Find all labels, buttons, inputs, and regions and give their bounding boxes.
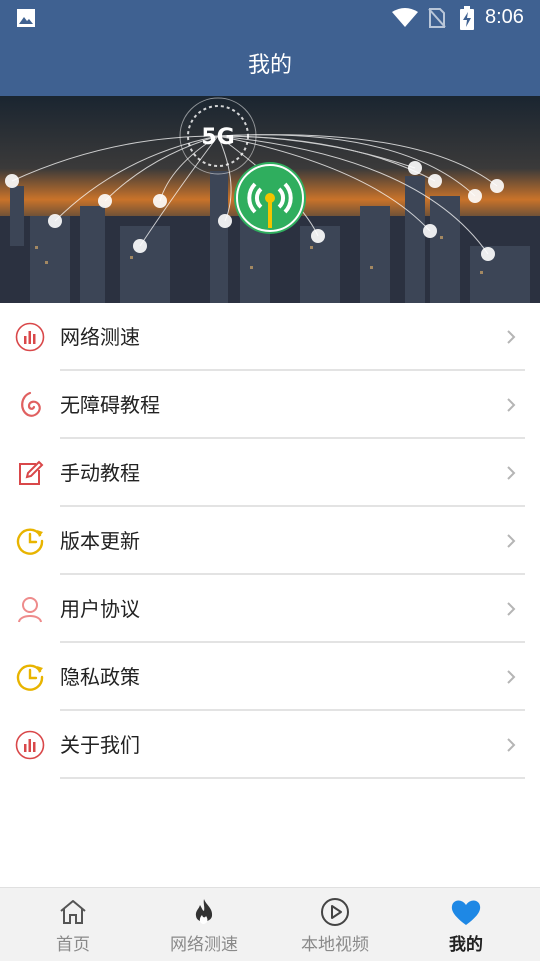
bar-chart-icon [15,730,45,760]
tab-label: 网络测速 [170,935,238,955]
swirl-icon [21,391,41,417]
wifi-icon [392,8,418,27]
no-sim-icon [428,8,446,28]
battery-charging-icon [460,6,474,30]
menu-item-label: 隐私政策 [60,665,140,689]
menu-item-label: 版本更新 [60,529,140,553]
tab-label: 我的 [449,935,483,955]
chevron-right-icon [507,602,516,616]
menu-item-user-agreement[interactable]: 用户协议 [0,575,540,643]
menu-item-network-speed[interactable]: 网络测速 [0,303,540,371]
menu-item-about-us[interactable]: 关于我们 [0,711,540,779]
bottom-tab-bar: 首页 网络测速 本地视频 我的 [0,887,540,961]
chevron-right-icon [507,330,516,344]
tab-network-speed[interactable]: 网络测速 [144,888,264,961]
play-circle-icon [321,898,349,926]
flame-icon [195,899,213,924]
chevron-right-icon [507,466,516,480]
menu-item-version-update[interactable]: 版本更新 [0,507,540,575]
signal-tower-logo [234,162,306,234]
menu-item-manual-tutorial[interactable]: 手动教程 [0,439,540,507]
user-icon [18,597,42,623]
menu-item-label: 手动教程 [60,461,140,485]
menu-item-label: 关于我们 [60,733,140,757]
chevron-right-icon [507,670,516,684]
home-icon [60,900,86,924]
tab-home[interactable]: 首页 [13,888,133,961]
hero-5g-badge: 5G [201,125,234,150]
status-bar: 8:06 [0,0,540,36]
chevron-right-icon [507,398,516,412]
menu-item-label: 网络测速 [60,325,140,349]
tab-mine[interactable]: 我的 [406,888,526,961]
edit-icon [19,460,44,485]
bar-chart-icon [15,322,45,352]
tab-label: 本地视频 [301,935,369,955]
chevron-right-icon [507,738,516,752]
page-title: 我的 [0,36,540,96]
settings-menu: 网络测速 无障碍教程 手动教程 版本更新 用户协议 隐私政策 关于我们 [0,303,540,779]
clock-refresh-icon [16,528,44,555]
tab-local-video[interactable]: 本地视频 [275,888,395,961]
menu-item-privacy-policy[interactable]: 隐私政策 [0,643,540,711]
divider [60,777,525,779]
image-notification-icon [17,9,35,27]
menu-item-label: 无障碍教程 [60,393,160,417]
clock-refresh-icon [16,664,44,691]
tab-label: 首页 [56,935,90,955]
chevron-right-icon [507,534,516,548]
menu-item-accessibility-tutorial[interactable]: 无障碍教程 [0,371,540,439]
menu-item-label: 用户协议 [60,597,140,621]
hero-banner: 5G [0,96,540,303]
heart-icon [451,900,481,925]
status-time: 8:06 [485,6,524,28]
